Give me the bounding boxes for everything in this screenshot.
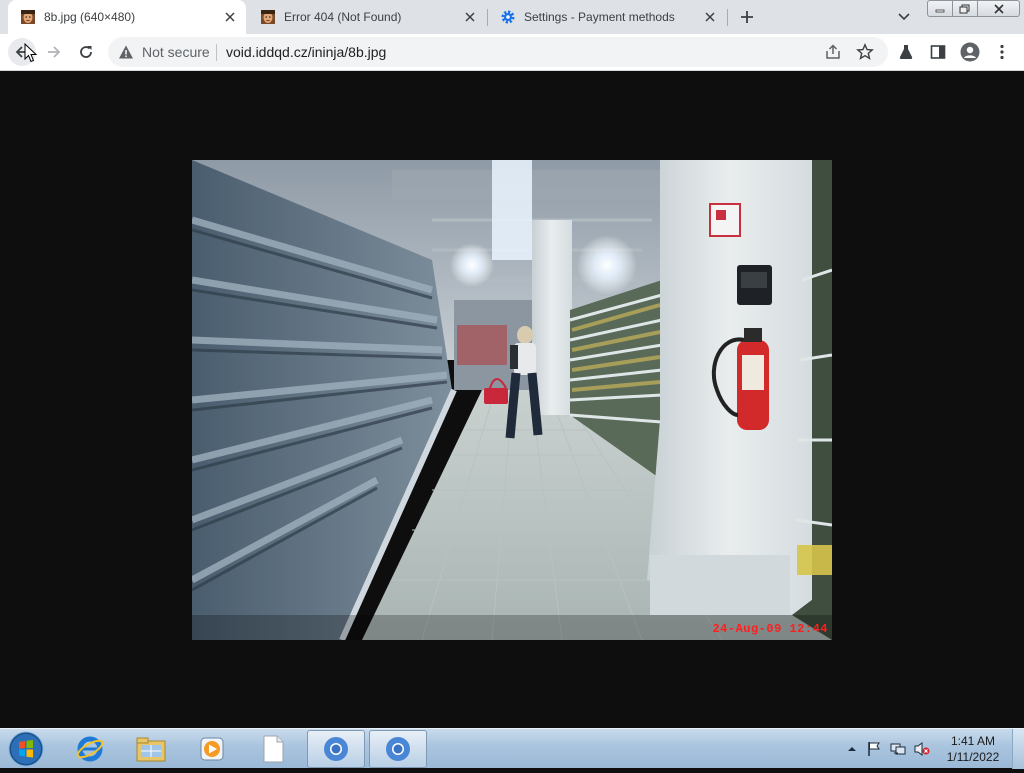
photo-timestamp: 24-Aug-09 12:44 [712, 622, 828, 636]
taskbar-file-explorer[interactable] [122, 730, 180, 768]
window-controls [927, 0, 1020, 18]
forward-button[interactable] [40, 38, 68, 66]
maximize-button[interactable] [953, 0, 978, 17]
tab-settings[interactable]: Settings - Payment methods [488, 0, 726, 34]
media-player-icon [200, 737, 224, 761]
profile-button[interactable] [956, 38, 984, 66]
tab-strip: 8b.jpg (640×480) Error 404 (Not Found) S… [0, 0, 1024, 34]
internet-explorer-icon [76, 736, 104, 762]
supermarket-aisle-photo[interactable]: 24-Aug-09 12:44 [192, 160, 832, 640]
address-bar[interactable]: Not secure void.iddqd.cz/ininja/8b.jpg [108, 37, 888, 67]
forward-arrow-icon [48, 46, 61, 58]
security-label[interactable]: Not secure [142, 44, 210, 60]
clock-time: 1:41 AM [950, 734, 996, 748]
taskbar-chrome-2[interactable] [369, 730, 427, 768]
image-viewer: 24-Aug-09 12:44 [0, 71, 1024, 728]
taskbar-internet-explorer[interactable] [61, 730, 119, 768]
chevron-down-icon [898, 13, 910, 21]
tab-image[interactable]: 8b.jpg (640×480) [8, 0, 246, 34]
close-tab-icon[interactable] [220, 7, 240, 27]
face-thumbnail-icon [261, 10, 275, 24]
restore-icon [959, 4, 970, 13]
face-thumbnail-icon [21, 10, 35, 24]
volume-muted-icon[interactable] [914, 741, 930, 757]
taskbar-media-player[interactable] [183, 730, 241, 768]
file-explorer-icon [136, 737, 166, 762]
reload-button[interactable] [72, 38, 100, 66]
tab-title: Settings - Payment methods [524, 10, 675, 24]
new-tab-button[interactable] [737, 7, 757, 27]
start-button[interactable] [6, 730, 46, 768]
windows-taskbar: 1:41 AM 1/11/2022 [0, 728, 1024, 769]
action-center-flag-icon[interactable] [866, 741, 882, 757]
tab-separator [727, 9, 728, 26]
side-panel-button[interactable] [924, 38, 952, 66]
bookmark-star-icon[interactable] [856, 43, 874, 61]
settings-gear-icon [501, 10, 515, 24]
close-window-button[interactable] [978, 0, 1020, 17]
omnibox-divider [216, 44, 217, 61]
plus-icon [741, 11, 753, 23]
tab-title: 8b.jpg (640×480) [44, 10, 136, 24]
show-desktop-button[interactable] [1012, 729, 1024, 769]
taskbar-chrome-1[interactable] [307, 730, 365, 768]
reload-icon [80, 46, 92, 58]
tab-search-button[interactable] [895, 8, 913, 26]
clock-date: 1/11/2022 [946, 750, 1000, 764]
photo-image [192, 160, 832, 640]
chrome-icon [386, 737, 410, 761]
close-tab-icon[interactable] [460, 7, 480, 27]
tab-error-404[interactable]: Error 404 (Not Found) [248, 0, 486, 34]
profile-avatar-icon [960, 42, 980, 62]
tray-expand-arrow-icon[interactable] [844, 741, 860, 757]
flask-icon [899, 45, 913, 59]
minimize-button[interactable] [927, 0, 953, 17]
close-tab-icon[interactable] [700, 7, 720, 27]
warning-triangle-icon[interactable] [118, 44, 134, 60]
minimize-icon [935, 9, 945, 12]
url-text[interactable]: void.iddqd.cz/ininja/8b.jpg [226, 44, 386, 60]
mouse-cursor-icon [24, 43, 38, 63]
close-icon [993, 3, 1004, 14]
more-vert-icon [1000, 44, 1004, 60]
share-icon[interactable] [824, 43, 842, 61]
chrome-icon [324, 737, 348, 761]
taskbar-document[interactable] [244, 730, 302, 768]
extensions-button[interactable] [892, 38, 920, 66]
tab-title: Error 404 (Not Found) [284, 10, 402, 24]
blank-document-icon [263, 735, 284, 763]
menu-button[interactable] [988, 38, 1016, 66]
system-clock[interactable]: 1:41 AM 1/11/2022 [940, 733, 1006, 765]
browser-toolbar: Not secure void.iddqd.cz/ininja/8b.jpg [0, 34, 1024, 71]
network-icon[interactable] [890, 741, 906, 757]
windows-start-orb-icon [8, 731, 44, 767]
side-panel-icon [930, 45, 946, 59]
